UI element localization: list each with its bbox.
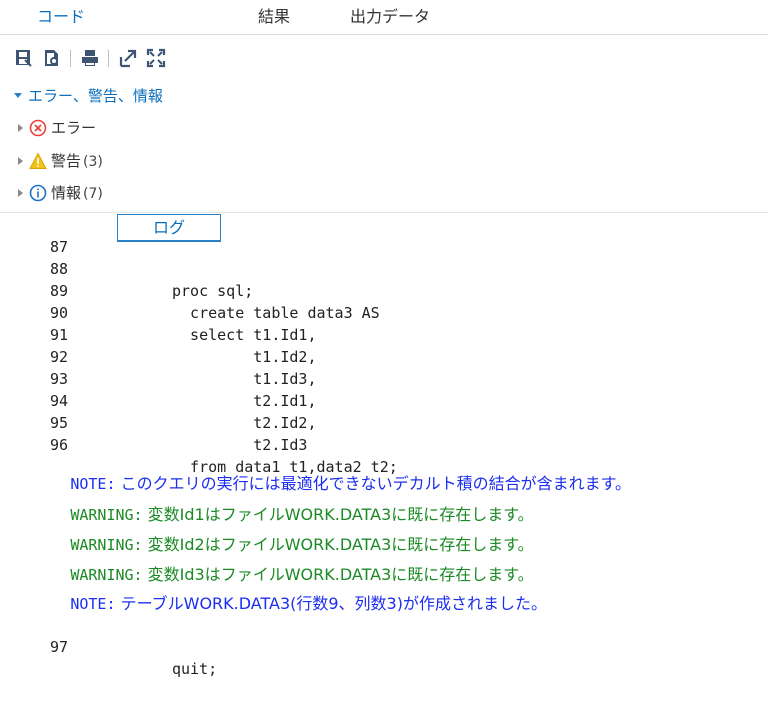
tab-bar: コード ログ 結果 出力データ (0, 0, 768, 242)
tab-code[interactable]: コード (26, 4, 96, 32)
log-code-line: 93 t2.Id1, (0, 346, 317, 410)
code-text: t1.Id3, (172, 370, 317, 388)
export-document-icon[interactable] (42, 48, 62, 68)
line-number: 88 (50, 260, 69, 278)
log-warning-message: WARNING: 変数Id1はファイルWORK.DATA3に既に存在します。 (50, 476, 533, 524)
line-number: 94 (50, 392, 69, 410)
code-text: select t1.Id1, (172, 326, 317, 344)
warning-icon (29, 152, 47, 170)
info-icon (29, 184, 47, 202)
chevron-down-icon (14, 93, 22, 98)
log-code-line: 91 t1.Id2, (0, 302, 317, 366)
chevron-right-icon (18, 189, 23, 197)
log-code-line: 87 (0, 214, 68, 256)
log-code-line: 92 t1.Id3, (0, 324, 317, 388)
save-log-icon[interactable] (14, 48, 34, 68)
log-warning-message: WARNING: 変数Id3はファイルWORK.DATA3に既に存在します。 (50, 536, 533, 584)
tree-item-label: 警告 (51, 152, 82, 170)
log-code-line: 97 quit; (0, 614, 217, 678)
line-number: 93 (50, 370, 69, 388)
line-number: 92 (50, 348, 69, 366)
line-number: 95 (50, 414, 69, 432)
tree-item-warnings[interactable]: 警告 (3) (18, 150, 103, 172)
code-text: create table data3 AS (172, 304, 380, 322)
tree-item-label: 情報 (51, 184, 82, 202)
tab-log[interactable]: ログ (117, 214, 221, 242)
code-text: t1.Id2, (172, 348, 317, 366)
message-text: テーブルWORK.DATA3(行数9、列数3)が作成されました。 (115, 594, 547, 613)
tree-item-label: エラー (51, 119, 97, 137)
log-note-message: NOTE: このクエリの実行には最適化できないデカルト積の結合が含まれます。 (50, 445, 631, 493)
tab-output-data[interactable]: 出力データ (338, 4, 442, 32)
log-code-line: 88 proc sql; (0, 236, 253, 300)
line-number: 97 (50, 638, 69, 656)
line-number: 89 (50, 282, 69, 300)
chevron-right-icon (18, 157, 23, 165)
code-text: quit; (172, 660, 218, 678)
messages-tree-toggle[interactable]: エラー、警告、情報 (14, 86, 163, 106)
tab-results[interactable]: 結果 (246, 4, 302, 32)
log-note-message: NOTE: テーブルWORK.DATA3(行数9、列数3)が作成されました。 (50, 565, 547, 613)
log-warning-message: WARNING: 変数Id2はファイルWORK.DATA3に既に存在します。 (50, 506, 533, 554)
error-icon (29, 119, 47, 137)
code-text: t2.Id2, (172, 414, 317, 432)
log-code-line: 89 create table data3 AS (0, 258, 380, 322)
tree-item-count: (3) (83, 154, 103, 170)
message-keyword: NOTE: (70, 595, 116, 613)
tree-item-info[interactable]: 情報 (7) (18, 182, 103, 204)
tree-item-count: (7) (83, 186, 103, 202)
divider (0, 212, 768, 213)
code-text: proc sql; (172, 282, 254, 300)
toolbar-separator (108, 50, 109, 67)
log-code-line: 94 t2.Id2, (0, 368, 317, 432)
chevron-right-icon (18, 124, 23, 132)
log-code-line: 95 t2.Id3 (0, 390, 307, 454)
tree-item-errors[interactable]: エラー (18, 117, 98, 139)
messages-tree-label: エラー、警告、情報 (28, 87, 163, 105)
toolbar-separator (70, 50, 71, 67)
line-number: 91 (50, 326, 69, 344)
code-text: t2.Id1, (172, 392, 317, 410)
line-number: 87 (50, 238, 69, 256)
log-code-line: 90 select t1.Id1, (0, 280, 317, 344)
fullscreen-icon[interactable] (146, 48, 166, 68)
log-code-line: 96 from data1 t1,data2 t2; (0, 412, 398, 476)
log-toolbar (14, 48, 234, 70)
expand-icon[interactable] (118, 48, 138, 68)
line-number: 90 (50, 304, 69, 322)
print-icon[interactable] (80, 48, 100, 68)
